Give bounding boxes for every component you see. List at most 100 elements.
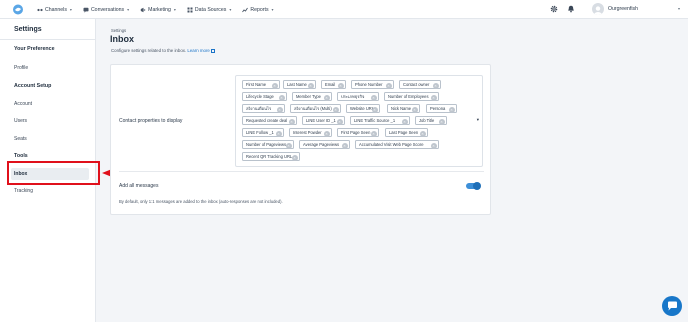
remove-tag-icon[interactable]: × <box>371 106 378 113</box>
tag-label: LINE User ID _1 <box>306 118 336 123</box>
contact-property-tag: Requested create deal × <box>242 116 297 125</box>
sidebar-section-your-preference: Your Preference <box>14 46 55 52</box>
remove-tag-icon[interactable]: × <box>332 106 339 113</box>
remove-tag-icon[interactable]: × <box>432 82 439 89</box>
remove-tag-icon[interactable]: × <box>370 94 377 101</box>
remove-tag-icon[interactable]: × <box>323 94 330 101</box>
remove-tag-icon[interactable]: × <box>438 118 445 125</box>
remove-tag-icon[interactable]: × <box>337 82 344 89</box>
sidebar-item-seats[interactable]: Seats <box>14 136 27 142</box>
toggle-knob <box>473 182 481 190</box>
user-icon <box>594 6 602 15</box>
add-all-messages-toggle[interactable] <box>466 182 481 190</box>
contact-property-tag: Number of Pageviews × <box>242 140 294 149</box>
tag-label: Job Title <box>419 118 435 123</box>
sidebar-section-account-setup: Account Setup <box>14 83 52 89</box>
remove-tag-icon[interactable]: × <box>336 118 343 125</box>
tag-label: Phone Number <box>355 82 383 87</box>
remove-tag-icon[interactable]: × <box>448 106 455 113</box>
contact-property-tag: Persona × <box>426 104 457 113</box>
sidebar-item-users[interactable]: Users <box>14 118 27 124</box>
tag-label: Last Page Seen <box>389 130 419 135</box>
channels-icon <box>37 7 43 13</box>
add-all-messages-label: Add all messages <box>119 183 159 189</box>
learn-more-link[interactable]: Learn more <box>187 48 209 53</box>
external-link-icon[interactable] <box>210 48 215 53</box>
contact-property-tag: First Name × <box>242 80 280 89</box>
annotation-highlight-box <box>7 161 100 185</box>
remove-tag-icon[interactable]: × <box>307 82 314 89</box>
chevron-down-icon: ▾ <box>229 7 232 12</box>
remove-tag-icon[interactable]: × <box>419 130 426 137</box>
chevron-down-icon: ▾ <box>271 7 274 12</box>
contact-property-tag: Phone Number × <box>351 80 394 89</box>
bell-icon[interactable] <box>567 5 575 13</box>
remove-tag-icon[interactable]: × <box>411 106 418 113</box>
tag-label: Persona <box>430 106 446 111</box>
nav-marketing[interactable]: Marketing ▾ <box>140 7 176 13</box>
page-subtitle: Configure settings related to the inbox.… <box>111 48 215 53</box>
chevron-down-icon[interactable]: ▾ <box>678 6 680 11</box>
sidebar-item-profile[interactable]: Profile <box>14 65 28 71</box>
sidebar-item-tracking[interactable]: Tracking <box>14 188 33 194</box>
remove-tag-icon[interactable]: × <box>401 118 408 125</box>
contact-property-tag: Last Name × <box>283 80 316 89</box>
tag-label: Interest Powder <box>293 130 322 135</box>
chat-bubble-icon <box>667 301 677 311</box>
tag-label: Recent QR Tracking URL <box>246 154 293 159</box>
tag-label: ลงิงานเดือนไร (Multi) <box>294 106 332 111</box>
tag-label: Accumulated Visit Web Page Score <box>359 142 424 147</box>
sidebar-section-tools: Tools <box>14 153 28 159</box>
sidebar-item-account[interactable]: Account <box>14 101 32 107</box>
breadcrumb[interactable]: Settings <box>111 28 126 33</box>
remove-tag-icon[interactable]: × <box>278 94 285 101</box>
app-logo-icon[interactable] <box>12 4 24 15</box>
tag-label: First Name <box>246 82 267 87</box>
contact-property-tag: ประเภทธุรกิจ × <box>337 92 379 101</box>
inbox-settings-card: Contact properties to display ▾ First Na… <box>110 64 491 215</box>
tag-label: Number of Pageviews <box>246 142 287 147</box>
nav-channels[interactable]: Channels ▾ <box>37 7 72 13</box>
remove-tag-icon[interactable]: × <box>385 82 392 89</box>
tag-label: Average Pageviews <box>303 142 340 147</box>
nav-data-sources[interactable]: Data Sources ▾ <box>187 7 231 13</box>
tag-label: Number of Employees <box>388 94 429 99</box>
remove-tag-icon[interactable]: × <box>271 82 278 89</box>
nav-reports[interactable]: Reports ▾ <box>242 6 274 13</box>
chevron-down-icon[interactable]: ▾ <box>477 117 479 123</box>
remove-tag-icon[interactable]: × <box>430 142 437 149</box>
account-name[interactable]: Ourgreenfish <box>608 6 638 12</box>
tag-label: ลงิงานเดือนไร <box>246 106 272 111</box>
sidebar-divider <box>0 39 96 40</box>
contact-property-tag: Contact owner × <box>399 80 441 89</box>
remove-tag-icon[interactable]: × <box>291 154 298 161</box>
remove-tag-icon[interactable]: × <box>430 94 437 101</box>
nav-marketing-label: Marketing <box>148 6 171 13</box>
tag-label: First Page Seen <box>341 130 371 135</box>
contact-property-tag: Accumulated Visit Web Page Score × <box>355 140 439 149</box>
gear-icon[interactable] <box>550 5 558 13</box>
contact-property-tag: Last Page Seen × <box>385 128 428 137</box>
chevron-down-icon: ▾ <box>173 7 176 12</box>
nav-conversations-label: Conversations <box>90 6 125 13</box>
remove-tag-icon[interactable]: × <box>275 130 282 137</box>
contact-property-tag: Lifecycle Stage × <box>242 92 287 101</box>
avatar[interactable] <box>592 3 604 15</box>
nav-conversations[interactable]: Conversations ▾ <box>83 7 129 13</box>
grid-icon <box>187 7 193 13</box>
remove-tag-icon[interactable]: × <box>370 130 377 137</box>
add-all-messages-note: By default, only 1:1 messages are added … <box>119 199 283 204</box>
chat-widget-button[interactable] <box>662 296 682 316</box>
remove-tag-icon[interactable]: × <box>323 130 330 137</box>
nav-reports-label: Reports <box>250 6 269 13</box>
page-title: Inbox <box>110 34 134 44</box>
contact-property-tag: Website URL × <box>346 104 380 113</box>
tag-label: Email <box>325 82 336 87</box>
contact-properties-select[interactable]: ▾ First Name × Last Name × Email × Phone Numbe… <box>235 75 483 167</box>
remove-tag-icon[interactable]: × <box>285 142 292 149</box>
chevron-down-icon: ▾ <box>69 7 72 12</box>
remove-tag-icon[interactable]: × <box>276 106 283 113</box>
remove-tag-icon[interactable]: × <box>341 142 348 149</box>
remove-tag-icon[interactable]: × <box>288 118 295 125</box>
chat-icon <box>83 7 89 13</box>
